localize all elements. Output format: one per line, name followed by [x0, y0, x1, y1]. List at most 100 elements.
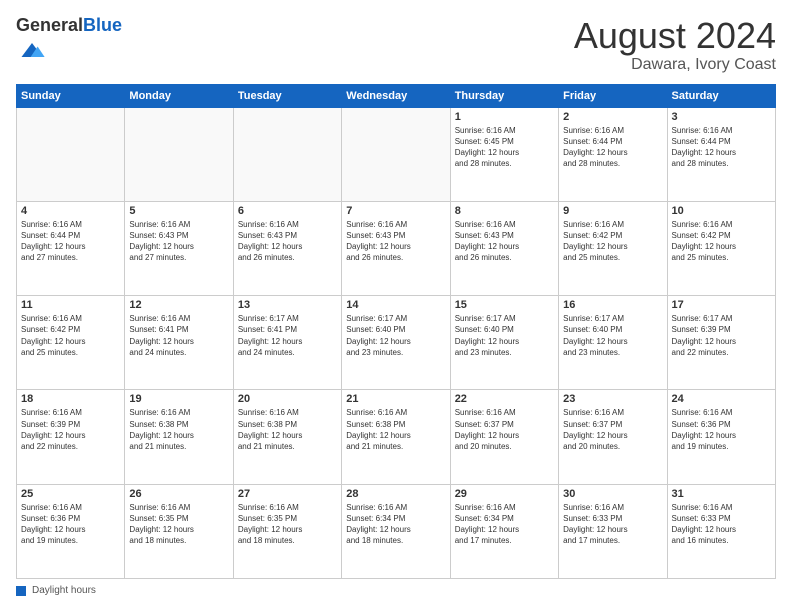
calendar-cell: 3 Sunrise: 6:16 AM Sunset: 6:44 PM Daylig… [667, 107, 775, 201]
calendar-cell: 15Sunrise: 6:17 AM Sunset: 6:40 PM Dayli… [450, 296, 558, 390]
calendar-cell [17, 107, 125, 201]
day-info: Sunrise: 6:16 AM Sunset: 6:38 PM Dayligh… [346, 407, 445, 452]
calendar-cell: 11 Sunrise: 6:16 AM Sunset: 6:42 PM Dayli… [17, 296, 125, 390]
day-info: Sunrise: 6:16 AM Sunset: 6:43 PM Dayligh… [455, 219, 554, 264]
calendar-week-1: 1Sunrise: 6:16 AM Sunset: 6:45 PM Daylig… [17, 107, 776, 201]
day-info: Sunrise: 6:17 AM Sunset: 6:41 PM Dayligh… [238, 313, 337, 358]
logo-icon [18, 36, 46, 64]
day-number: 13 [238, 299, 337, 311]
day-number: 11 [21, 299, 120, 311]
calendar-cell: 24 Sunrise: 6:16 AM Sunset: 6:36 PM Dayli… [667, 390, 775, 484]
day-number: 16 [563, 299, 662, 311]
day-info: Sunrise: 6:17 AM Sunset: 6:39 PM Dayligh… [672, 313, 771, 358]
calendar-cell: 18 Sunrise: 6:16 AM Sunset: 6:39 PM Dayli… [17, 390, 125, 484]
day-number: 22 [455, 393, 554, 405]
day-info: Sunrise: 6:16 AM Sunset: 6:44 PM Dayligh… [672, 125, 771, 170]
calendar-cell: 7 Sunrise: 6:16 AM Sunset: 6:43 PM Daylig… [342, 201, 450, 295]
day-number: 21 [346, 393, 445, 405]
day-number: 23 [563, 393, 662, 405]
calendar-cell: 13 Sunrise: 6:17 AM Sunset: 6:41 PM Dayli… [233, 296, 341, 390]
day-number: 26 [129, 488, 228, 500]
day-number: 9 [563, 205, 662, 217]
day-info: Sunrise: 6:16 AM Sunset: 6:35 PM Dayligh… [129, 502, 228, 547]
day-number: 14 [346, 299, 445, 311]
calendar-cell: 16 Sunrise: 6:17 AM Sunset: 6:40 PM Dayli… [559, 296, 667, 390]
day-info: Sunrise: 6:16 AM Sunset: 6:45 PM Dayligh… [455, 125, 554, 170]
calendar-weekday-thursday: Thursday [450, 84, 558, 107]
calendar-cell: 5 Sunrise: 6:16 AM Sunset: 6:43 PM Daylig… [125, 201, 233, 295]
day-info: Sunrise: 6:16 AM Sunset: 6:37 PM Dayligh… [455, 407, 554, 452]
day-number: 19 [129, 393, 228, 405]
day-number: 30 [563, 488, 662, 500]
day-info: Sunrise: 6:16 AM Sunset: 6:39 PM Dayligh… [21, 407, 120, 452]
day-info: Sunrise: 6:17 AM Sunset: 6:40 PM Dayligh… [346, 313, 445, 358]
day-number: 8 [455, 205, 554, 217]
calendar-weekday-saturday: Saturday [667, 84, 775, 107]
calendar-table: SundayMondayTuesdayWednesdayThursdayFrid… [16, 84, 776, 579]
day-info: Sunrise: 6:16 AM Sunset: 6:42 PM Dayligh… [672, 219, 771, 264]
calendar-cell: 12 Sunrise: 6:16 AM Sunset: 6:41 PM Dayli… [125, 296, 233, 390]
page: GeneralBlue August 2024 Dawara, Ivory Co… [0, 0, 792, 612]
day-number: 6 [238, 205, 337, 217]
footer: Daylight hours [16, 585, 776, 596]
day-number: 5 [129, 205, 228, 217]
day-info: Sunrise: 6:16 AM Sunset: 6:38 PM Dayligh… [238, 407, 337, 452]
day-info: Sunrise: 6:16 AM Sunset: 6:36 PM Dayligh… [672, 407, 771, 452]
calendar-cell [233, 107, 341, 201]
header: GeneralBlue August 2024 Dawara, Ivory Co… [16, 16, 776, 74]
calendar-cell [342, 107, 450, 201]
day-number: 24 [672, 393, 771, 405]
day-number: 2 [563, 111, 662, 123]
day-number: 18 [21, 393, 120, 405]
day-info: Sunrise: 6:16 AM Sunset: 6:37 PM Dayligh… [563, 407, 662, 452]
calendar-cell: 4Sunrise: 6:16 AM Sunset: 6:44 PM Daylig… [17, 201, 125, 295]
day-info: Sunrise: 6:16 AM Sunset: 6:33 PM Dayligh… [563, 502, 662, 547]
logo-general-text: General [16, 15, 83, 35]
day-info: Sunrise: 6:16 AM Sunset: 6:33 PM Dayligh… [672, 502, 771, 547]
day-number: 15 [455, 299, 554, 311]
day-number: 3 [672, 111, 771, 123]
day-number: 28 [346, 488, 445, 500]
calendar-cell: 21 Sunrise: 6:16 AM Sunset: 6:38 PM Dayli… [342, 390, 450, 484]
calendar-cell: 30 Sunrise: 6:16 AM Sunset: 6:33 PM Dayli… [559, 484, 667, 578]
day-info: Sunrise: 6:16 AM Sunset: 6:42 PM Dayligh… [563, 219, 662, 264]
day-info: Sunrise: 6:16 AM Sunset: 6:43 PM Dayligh… [129, 219, 228, 264]
day-info: Sunrise: 6:16 AM Sunset: 6:43 PM Dayligh… [346, 219, 445, 264]
day-info: Sunrise: 6:16 AM Sunset: 6:43 PM Dayligh… [238, 219, 337, 264]
day-info: Sunrise: 6:16 AM Sunset: 6:44 PM Dayligh… [21, 219, 120, 264]
daylight-hours-label: Daylight hours [32, 585, 96, 596]
calendar-cell: 26 Sunrise: 6:16 AM Sunset: 6:35 PM Dayli… [125, 484, 233, 578]
day-info: Sunrise: 6:16 AM Sunset: 6:35 PM Dayligh… [238, 502, 337, 547]
day-number: 29 [455, 488, 554, 500]
calendar-cell: 8 Sunrise: 6:16 AM Sunset: 6:43 PM Daylig… [450, 201, 558, 295]
calendar-cell: 25Sunrise: 6:16 AM Sunset: 6:36 PM Dayli… [17, 484, 125, 578]
day-number: 7 [346, 205, 445, 217]
calendar-weekday-monday: Monday [125, 84, 233, 107]
calendar-cell: 27 Sunrise: 6:16 AM Sunset: 6:35 PM Dayli… [233, 484, 341, 578]
calendar-cell: 6 Sunrise: 6:16 AM Sunset: 6:43 PM Daylig… [233, 201, 341, 295]
logo-blue-text: Blue [83, 15, 122, 35]
day-info: Sunrise: 6:16 AM Sunset: 6:41 PM Dayligh… [129, 313, 228, 358]
day-info: Sunrise: 6:16 AM Sunset: 6:36 PM Dayligh… [21, 502, 120, 547]
day-number: 10 [672, 205, 771, 217]
day-info: Sunrise: 6:17 AM Sunset: 6:40 PM Dayligh… [563, 313, 662, 358]
calendar-weekday-sunday: Sunday [17, 84, 125, 107]
calendar-cell: 17 Sunrise: 6:17 AM Sunset: 6:39 PM Dayli… [667, 296, 775, 390]
day-number: 31 [672, 488, 771, 500]
day-info: Sunrise: 6:16 AM Sunset: 6:44 PM Dayligh… [563, 125, 662, 170]
calendar-cell: 22 Sunrise: 6:16 AM Sunset: 6:37 PM Dayli… [450, 390, 558, 484]
calendar-weekday-tuesday: Tuesday [233, 84, 341, 107]
day-info: Sunrise: 6:16 AM Sunset: 6:34 PM Dayligh… [455, 502, 554, 547]
calendar-cell: 9 Sunrise: 6:16 AM Sunset: 6:42 PM Daylig… [559, 201, 667, 295]
month-title: August 2024 [574, 16, 776, 56]
calendar-week-2: 4Sunrise: 6:16 AM Sunset: 6:44 PM Daylig… [17, 201, 776, 295]
day-info: Sunrise: 6:16 AM Sunset: 6:42 PM Dayligh… [21, 313, 120, 358]
title-block: August 2024 Dawara, Ivory Coast [574, 16, 776, 74]
day-number: 27 [238, 488, 337, 500]
day-info: Sunrise: 6:16 AM Sunset: 6:38 PM Dayligh… [129, 407, 228, 452]
logo: GeneralBlue [16, 16, 122, 69]
calendar-week-3: 11 Sunrise: 6:16 AM Sunset: 6:42 PM Dayli… [17, 296, 776, 390]
calendar-week-5: 25Sunrise: 6:16 AM Sunset: 6:36 PM Dayli… [17, 484, 776, 578]
day-number: 17 [672, 299, 771, 311]
day-number: 12 [129, 299, 228, 311]
